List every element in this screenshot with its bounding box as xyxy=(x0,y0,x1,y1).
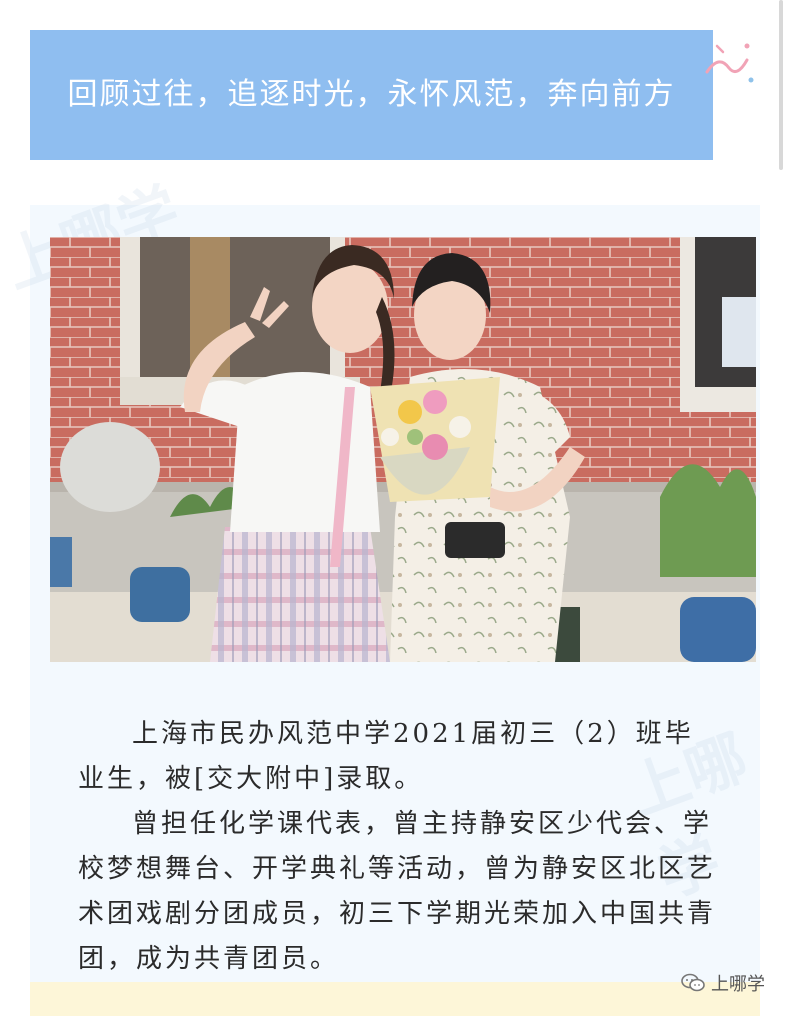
title-banner: 回顾过往，追逐时光，永怀风范，奔向前方 xyxy=(30,30,713,160)
paragraph-achievements: 曾担任化学课代表，曾主持静安区少代会、学校梦想舞台、开学典礼等活动，曾为静安区北… xyxy=(78,809,717,974)
brand-mark[interactable]: 上哪学 xyxy=(681,970,765,996)
graduate-photo xyxy=(50,237,756,662)
wechat-icon xyxy=(681,973,705,992)
article-body: 上海市民办风范中学2021届初三（2）班毕业生，被[交大附中]录取。 曾担任化学… xyxy=(78,712,718,982)
banner-title: 回顾过往，追逐时光，永怀风范，奔向前方 xyxy=(67,77,676,112)
scrollbar[interactable] xyxy=(779,0,783,170)
paragraph-admission: 上海市民办风范中学2021届初三（2）班毕业生，被[交大附中]录取。 xyxy=(78,719,694,794)
decoration-doodle-icon xyxy=(705,43,754,83)
brand-name: 上哪学 xyxy=(711,974,765,995)
article-page: 回顾过往，追逐时光，永怀风范，奔向前方 上哪学 上哪学 xyxy=(0,0,787,1016)
bottom-strip xyxy=(30,982,760,1016)
